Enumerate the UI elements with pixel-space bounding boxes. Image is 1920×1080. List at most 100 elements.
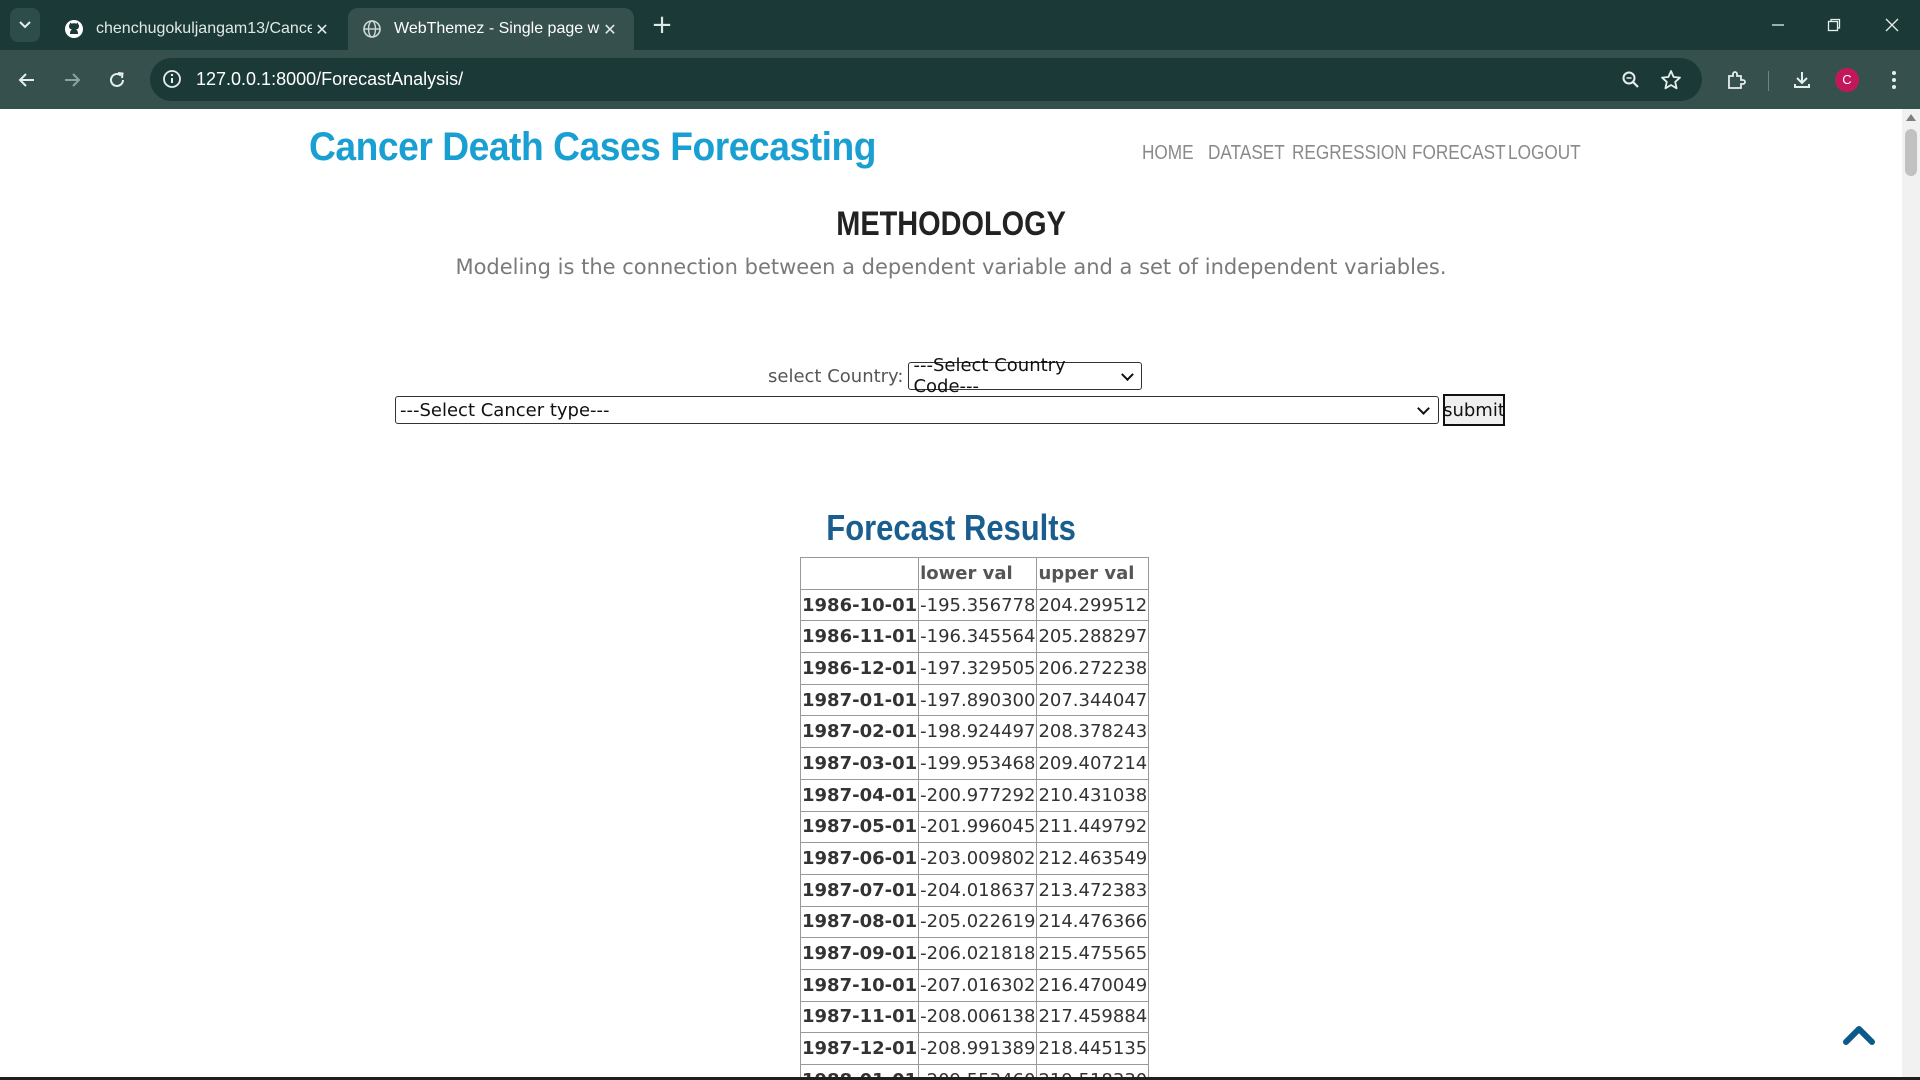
country-select-value: ---Select Country Code--- xyxy=(913,355,1066,397)
chevron-down-icon xyxy=(1417,401,1430,415)
back-icon[interactable] xyxy=(10,63,44,97)
more-icon[interactable] xyxy=(1878,64,1910,96)
forecast-table: lower val upper val 1986-10-01 -195.35677… xyxy=(799,557,1150,1077)
table-row: 1987-05-01 -201.996045 211.449792 xyxy=(799,810,1150,844)
row-date: 1987-07-01 xyxy=(799,873,920,907)
table-row: 1987-04-01 -200.977292 210.431038 xyxy=(799,778,1150,812)
upper-val-cell: 213.472383 xyxy=(1036,873,1150,907)
cancer-type-select[interactable]: ---Select Cancer type--- xyxy=(395,396,1439,424)
table-row: 1987-11-01 -208.006138 217.459884 xyxy=(799,1000,1150,1034)
table-row: 1987-12-01 -208.991389 218.445135 xyxy=(799,1032,1150,1065)
upper-val-cell: 209.407214 xyxy=(1036,747,1150,780)
upper-val-cell: 204.299512 xyxy=(1036,588,1150,622)
nav-home[interactable]: HOME xyxy=(1142,142,1194,165)
lower-val-cell: -208.006138 xyxy=(918,1000,1038,1034)
browser-toolbar: 127.0.0.1:8000/ForecastAnalysis/ C xyxy=(0,50,1920,109)
results-title: Forecast Results xyxy=(826,507,1076,548)
table-row: 1987-02-01 -198.924497 208.378243 xyxy=(799,715,1150,749)
tab-webthemez[interactable]: WebThemez - Single page web ✕ xyxy=(348,8,634,50)
upper-val-cell: 215.475565 xyxy=(1036,937,1150,970)
country-select[interactable]: ---Select Country Code--- xyxy=(908,355,1143,397)
close-icon[interactable]: ✕ xyxy=(312,20,332,39)
row-date: 1987-03-01 xyxy=(799,747,920,780)
tab-list-icon xyxy=(19,21,31,29)
upper-val-cell: 214.476366 xyxy=(1036,905,1150,939)
scroll-arrow-up[interactable] xyxy=(1906,114,1916,121)
nav-logout[interactable]: LOGOUT xyxy=(1508,142,1581,165)
site-brand[interactable]: Cancer Death Cases Forecasting xyxy=(309,125,876,170)
lower-val-cell: -196.345564 xyxy=(918,620,1038,654)
forward-icon[interactable] xyxy=(55,63,89,97)
plus-icon[interactable]: + xyxy=(650,10,674,40)
lower-val-cell: -195.356778 xyxy=(918,588,1038,622)
table-row: 1988-01-01-209.553460219.518330 xyxy=(799,1064,1150,1077)
upper-val-cell: 211.449792 xyxy=(1036,810,1150,844)
tab-github[interactable]: chenchugokuljangam13/Cancer ✕ xyxy=(50,8,346,50)
row-date: 1986-11-01 xyxy=(799,620,920,654)
toolbar-divider xyxy=(1768,71,1769,91)
cancer-select-value: ---Select Cancer type--- xyxy=(400,399,610,421)
lower-val-cell: -200.977292 xyxy=(918,778,1038,812)
table-header-row: lower val upper val xyxy=(799,557,1150,590)
country-row: select Country: ---Select Country Code--… xyxy=(768,355,1143,397)
upper-val-cell: 210.431038 xyxy=(1036,778,1150,812)
tab-title: WebThemez - Single page web xyxy=(394,20,600,37)
column-header xyxy=(799,557,920,590)
tab-list-button[interactable] xyxy=(10,8,40,42)
column-header: lower val xyxy=(918,557,1038,590)
section-title: METHODOLOGY xyxy=(836,205,1066,243)
tab-bar: chenchugokuljangam13/Cancer ✕ WebThemez … xyxy=(0,0,1920,50)
table-row: 1987-03-01 -199.953468 209.407214 xyxy=(799,747,1150,780)
upper-val-cell: 206.272238 xyxy=(1036,652,1150,685)
upper-val-cell: 216.470049 xyxy=(1036,968,1150,1002)
main-nav: HOME DATASET REGRESSION FORECAST LOGOUT xyxy=(1142,142,1581,165)
page-scrollbar[interactable] xyxy=(1902,109,1920,1077)
row-date: 1987-05-01 xyxy=(799,810,920,844)
submit-button[interactable]: submit xyxy=(1443,394,1505,426)
github-icon xyxy=(64,19,84,39)
scroll-up-icon[interactable] xyxy=(1842,1022,1876,1046)
tab-title: chenchugokuljangam13/Cancer xyxy=(96,20,312,37)
table-row: 1987-10-01 -207.016302 216.470049 xyxy=(799,968,1150,1002)
row-date: 1987-12-01 xyxy=(799,1032,920,1065)
lower-val-cell: -198.924497 xyxy=(918,715,1038,749)
lower-val-cell: -209.553460 xyxy=(918,1064,1038,1077)
download-icon[interactable] xyxy=(1786,64,1818,96)
row-date: 1987-09-01 xyxy=(799,937,920,970)
table-row: 1986-12-01 -197.329505 206.272238 xyxy=(799,652,1150,685)
row-date: 1988-01-01 xyxy=(799,1064,920,1077)
upper-val-cell: 205.288297 xyxy=(1036,620,1150,654)
star-icon[interactable] xyxy=(1658,67,1684,93)
page-viewport: Cancer Death Cases Forecasting HOME DATA… xyxy=(0,109,1902,1077)
lower-val-cell: -208.991389 xyxy=(918,1032,1038,1065)
avatar[interactable]: C xyxy=(1835,68,1859,92)
row-date: 1987-06-01 xyxy=(799,842,920,875)
reload-icon[interactable] xyxy=(100,63,134,97)
upper-val-cell: 208.378243 xyxy=(1036,715,1150,749)
row-date: 1987-10-01 xyxy=(799,968,920,1002)
site-info-icon[interactable] xyxy=(160,67,184,91)
scrollbar-thumb[interactable] xyxy=(1905,129,1917,176)
row-date: 1986-12-01 xyxy=(799,652,920,685)
upper-val-cell: 207.344047 xyxy=(1036,683,1150,717)
address-bar[interactable]: 127.0.0.1:8000/ForecastAnalysis/ xyxy=(150,58,1702,101)
close-icon[interactable]: ✕ xyxy=(600,20,620,39)
minimize-icon[interactable] xyxy=(1750,0,1806,50)
row-date: 1986-10-01 xyxy=(799,588,920,622)
table-row: 1987-08-01 -205.022619 214.476366 xyxy=(799,905,1150,939)
nav-regression[interactable]: REGRESSION xyxy=(1292,142,1407,165)
nav-dataset[interactable]: DATASET xyxy=(1208,142,1285,165)
lower-val-cell: -197.329505 xyxy=(918,652,1038,685)
column-header: upper val xyxy=(1036,557,1150,590)
table-row: 1986-10-01 -195.356778 204.299512 xyxy=(799,588,1150,622)
nav-forecast[interactable]: FORECAST xyxy=(1412,142,1506,165)
row-date: 1987-08-01 xyxy=(799,905,920,939)
window-close-icon[interactable] xyxy=(1864,0,1920,50)
extensions-icon[interactable] xyxy=(1720,64,1752,96)
restore-icon[interactable] xyxy=(1806,0,1862,50)
table-row: 1987-06-01 -203.009802 212.463549 xyxy=(799,842,1150,875)
url-text[interactable]: 127.0.0.1:8000/ForecastAnalysis/ xyxy=(196,69,463,90)
table-row: 1987-09-01 -206.021818 215.475565 xyxy=(799,937,1150,970)
row-date: 1987-02-01 xyxy=(799,715,920,749)
zoom-icon[interactable] xyxy=(1618,67,1644,93)
